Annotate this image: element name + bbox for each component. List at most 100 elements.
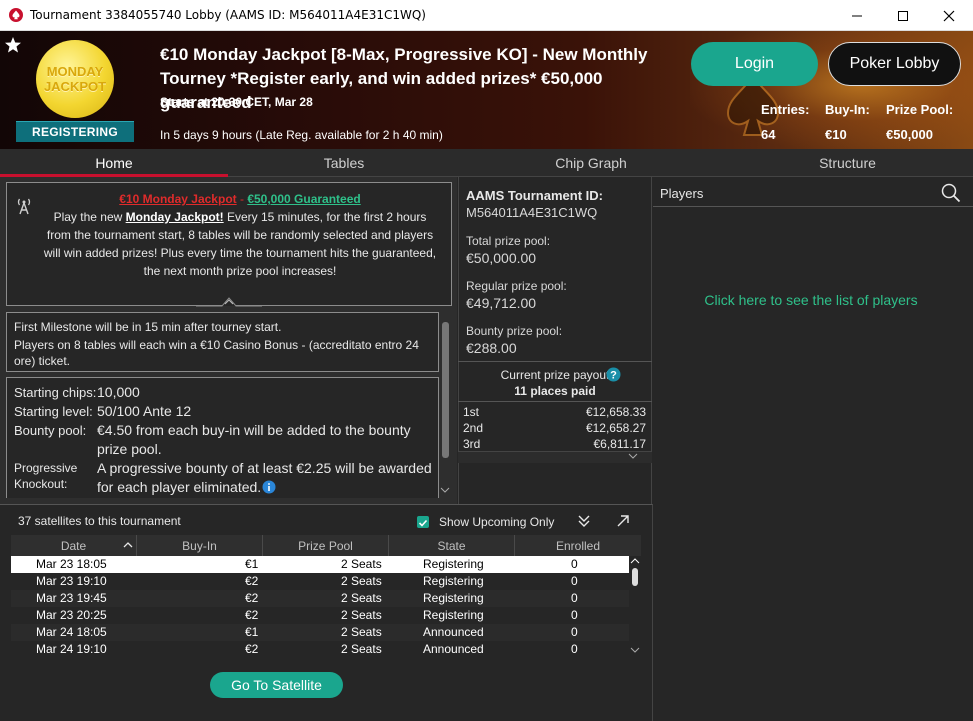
buyin-value: €10 [825,127,847,142]
satellite-row[interactable]: Mar 23 19:45 €2 2 Seats Registering 0 [11,590,629,607]
tab-structure[interactable]: Structure [722,149,973,177]
bounty-pool-label: Bounty pool: [14,423,87,438]
column-header-enrolled[interactable]: Enrolled [515,535,641,556]
monday-jackpot-logo: MONDAY JACKPOT [36,40,114,118]
progressive-label-2: Knockout: [14,477,68,491]
satellite-state: Announced [423,642,484,656]
tab-home[interactable]: Home [0,149,228,177]
satellite-buyin: €1 [245,625,259,639]
satellite-prize: 2 Seats [341,608,382,622]
tab-tables[interactable]: Tables [228,149,460,177]
satellite-enrolled: 0 [571,608,578,622]
promo-title-separator: - [236,192,248,206]
starting-level-label: Starting level: [14,404,93,419]
progressive-value-1: A progressive bounty of at least €2.25 w… [97,460,432,476]
popout-icon[interactable] [615,513,631,529]
star-icon[interactable] [4,36,22,54]
satellite-date: Mar 23 20:25 [36,608,107,622]
total-prize-pool-label: Total prize pool: [466,234,551,248]
maximize-button[interactable] [880,0,926,31]
column-header-prize-pool[interactable]: Prize Pool [263,535,389,556]
time-until-start: In 5 days 9 hours (Late Reg. available f… [160,128,443,142]
satellite-row[interactable]: Mar 23 19:10 €2 2 Seats Registering 0 [11,573,629,590]
collapse-promo-icon[interactable] [196,296,262,307]
satellite-buyin: €2 [245,642,259,656]
show-upcoming-label: Show Upcoming Only [439,515,555,529]
milestone-line-3: ore) ticket. [14,354,71,368]
progressive-value-2: for each player eliminated. [97,479,262,495]
satellite-prize: 2 Seats [341,642,382,656]
satellite-row[interactable]: Mar 23 18:05 €1 2 Seats Registering 0 [11,556,629,573]
divider [653,206,973,207]
go-to-satellite-button[interactable]: Go To Satellite [210,672,343,698]
entries-label: Entries: [761,102,810,117]
total-prize-pool-value: €50,000.00 [466,250,537,266]
prize-pool-value: €50,000 [886,127,933,142]
tab-chip-graph[interactable]: Chip Graph [460,149,722,177]
satellite-date: Mar 23 19:45 [36,591,107,605]
promo-body-intro: Play the new [53,210,126,224]
info-icon[interactable] [262,480,276,494]
aams-id-value: M564011A4E31C1WQ [466,205,598,220]
svg-text:?: ? [610,370,617,382]
show-upcoming-checkbox[interactable] [417,516,429,528]
scroll-up-icon[interactable] [630,557,640,565]
close-button[interactable] [926,0,972,31]
see-players-link[interactable]: Click here to see the list of players [653,292,969,308]
minimize-button[interactable] [834,0,880,31]
satellites-scrollbar-thumb[interactable] [632,568,638,586]
pokerstars-spade-icon [9,8,23,22]
bounty-pool-value-2: prize pool. [97,441,162,457]
satellite-enrolled: 0 [571,557,578,571]
column-header-state[interactable]: State [389,535,515,556]
satellite-buyin: €2 [245,591,259,605]
details-scrollbar-thumb[interactable] [442,322,449,458]
satellite-state: Registering [423,574,484,588]
chevron-down-icon[interactable] [627,452,639,461]
payout-place: 2nd [463,421,484,435]
window-title: Tournament 3384055740 Lobby (AAMS ID: M5… [30,8,426,22]
start-time: Starts at 20:30 CET, Mar 28 [160,95,313,109]
satellite-state: Announced [423,625,484,639]
collapse-icon[interactable] [576,513,592,529]
promo-body: Play the new Monday Jackpot! Every 15 mi… [40,208,440,280]
promo-title: €10 Monday Jackpot - €50,000 Guaranteed [40,190,440,208]
monday-jackpot-link[interactable]: Monday Jackpot! [126,210,224,224]
satellite-state: Registering [423,591,484,605]
starting-chips-value: 10,000 [97,384,140,400]
search-icon[interactable] [941,183,961,203]
satellite-prize: 2 Seats [341,591,382,605]
starting-chips-label: Starting chips: [14,385,97,400]
satellite-enrolled: 0 [571,642,578,656]
payout-amount: €12,658.33 [585,405,646,419]
scroll-down-icon[interactable] [440,486,450,494]
maximize-icon [898,10,908,21]
payout-row: 1st €12,658.33 [460,405,648,421]
logo-text-bottom: JACKPOT [43,79,107,94]
payout-expand-bar[interactable] [458,451,652,463]
payout-row: 2nd €12,658.27 [460,421,648,437]
poker-lobby-button[interactable]: Poker Lobby [828,42,961,86]
starting-level-value: 50/100 Ante 12 [97,403,192,419]
scroll-down-icon[interactable] [630,646,640,654]
sort-up-icon[interactable] [122,540,134,550]
payout-place: 1st [463,405,480,419]
login-button[interactable]: Login [691,42,818,86]
bounty-prize-pool-label: Bounty prize pool: [466,324,563,338]
satellite-date: Mar 24 18:05 [36,625,107,639]
satellite-enrolled: 0 [571,574,578,588]
satellite-row[interactable]: Mar 24 18:05 €1 2 Seats Announced 0 [11,624,629,641]
close-icon [943,10,955,21]
satellite-row[interactable]: Mar 23 20:25 €2 2 Seats Registering 0 [11,607,629,624]
help-icon[interactable]: ? [606,367,621,382]
satellite-row[interactable]: Mar 24 19:10 €2 2 Seats Announced 0 [11,641,629,658]
logo-text-top: MONDAY [46,64,104,79]
promo-title-guaranteed[interactable]: €50,000 Guaranteed [247,192,360,206]
buyin-label: Buy-In: [825,102,870,117]
satellite-date: Mar 23 19:10 [36,574,107,588]
satellite-state: Registering [423,557,484,571]
registration-status-badge: REGISTERING [16,121,134,142]
column-header-buyin[interactable]: Buy-In [137,535,263,556]
column-header-date[interactable]: Date [11,535,137,556]
promo-title-jackpot[interactable]: €10 Monday Jackpot [119,192,236,206]
